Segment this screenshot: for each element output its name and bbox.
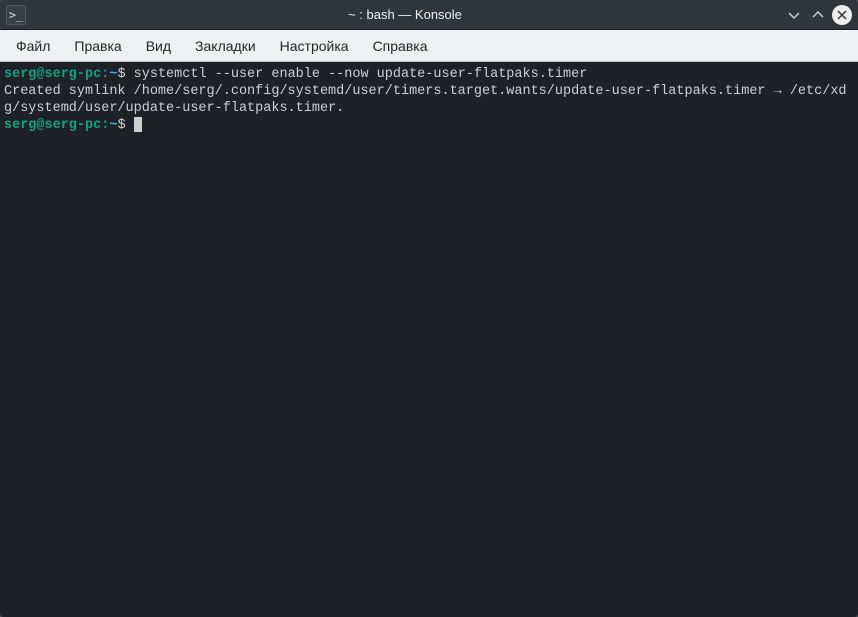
konsole-window: >_ ~ : bash — Konsole Файл Правка Вид За… bbox=[0, 0, 858, 617]
menu-bookmarks[interactable]: Закладки bbox=[183, 32, 268, 60]
menu-file[interactable]: Файл bbox=[4, 32, 62, 60]
terminal-area[interactable]: serg@serg-pc:~$ systemctl --user enable … bbox=[0, 62, 858, 617]
menubar: Файл Правка Вид Закладки Настройка Справ… bbox=[0, 30, 858, 62]
prompt-dollar: $ bbox=[117, 118, 133, 133]
menu-view[interactable]: Вид bbox=[134, 32, 183, 60]
output-line: Created symlink /home/serg/.config/syste… bbox=[4, 83, 854, 117]
command-text: systemctl --user enable --now update-use… bbox=[134, 67, 588, 82]
window-controls bbox=[784, 5, 852, 25]
menu-help[interactable]: Справка bbox=[361, 32, 440, 60]
app-icon-glyph: >_ bbox=[9, 8, 23, 22]
close-button[interactable] bbox=[832, 5, 852, 25]
terminal-line: serg@serg-pc:~$ bbox=[4, 117, 854, 134]
minimize-button[interactable] bbox=[784, 5, 804, 25]
chevron-down-icon bbox=[787, 8, 801, 22]
prompt-dollar: $ bbox=[117, 67, 133, 82]
chevron-up-icon bbox=[811, 8, 825, 22]
window-title: ~ : bash — Konsole bbox=[26, 7, 784, 22]
terminal-line: serg@serg-pc:~$ systemctl --user enable … bbox=[4, 66, 854, 83]
cursor bbox=[134, 117, 142, 132]
titlebar[interactable]: >_ ~ : bash — Konsole bbox=[0, 0, 858, 30]
menu-edit[interactable]: Правка bbox=[62, 32, 133, 60]
prompt-user: serg@serg-pc bbox=[4, 118, 101, 133]
menu-settings[interactable]: Настройка bbox=[268, 32, 361, 60]
close-icon bbox=[837, 10, 847, 20]
maximize-button[interactable] bbox=[808, 5, 828, 25]
app-icon: >_ bbox=[6, 5, 26, 25]
prompt-user: serg@serg-pc bbox=[4, 67, 101, 82]
